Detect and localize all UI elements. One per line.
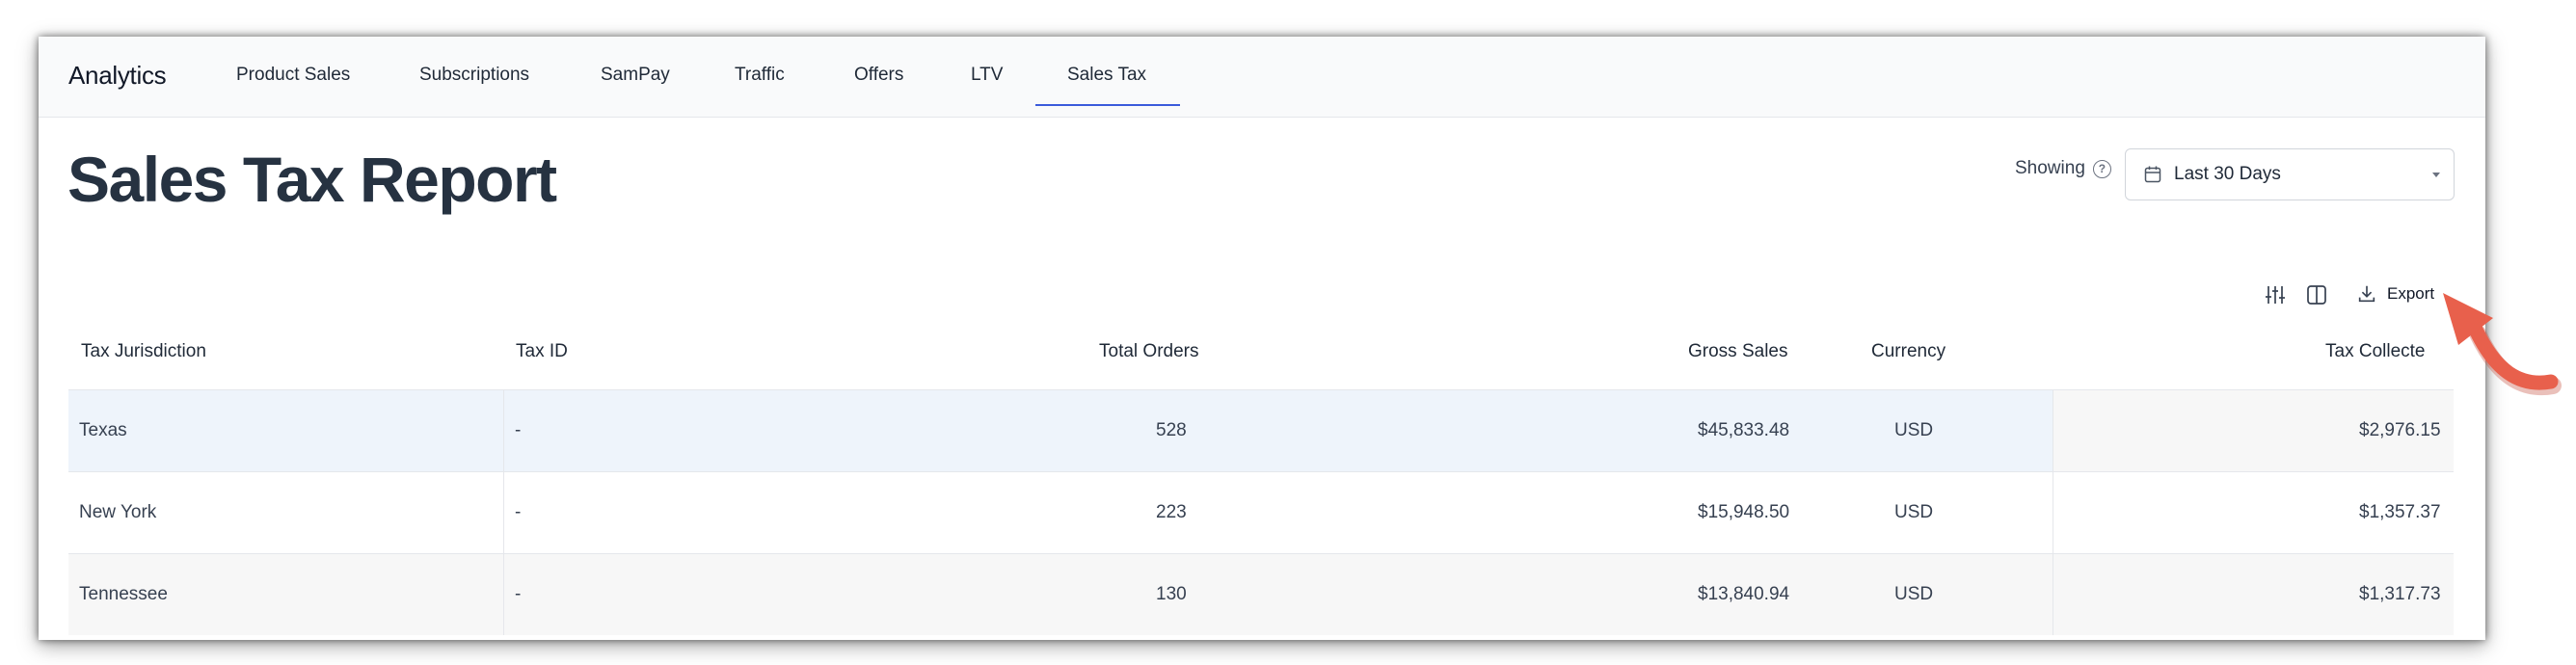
nav-tab-product-sales[interactable]: Product Sales (236, 65, 350, 86)
download-icon (2358, 285, 2375, 303)
table-row[interactable]: Tennessee - 130 $13,840.94 USD $1,317.73 (68, 553, 2454, 635)
cell-total-orders: 223 (1156, 502, 1187, 522)
cell-tax-id: - (515, 584, 522, 604)
showing-label: Showing (2015, 158, 2085, 178)
nav-tab-traffic[interactable]: Traffic (735, 65, 785, 86)
cell-tax-id: - (515, 420, 522, 440)
column-divider (503, 390, 504, 471)
cell-gross-sales: $13,840.94 (1698, 584, 1790, 604)
nav-tab-ltv[interactable]: LTV (971, 65, 1003, 86)
chevron-down-icon (2432, 173, 2440, 177)
cell-jurisdiction: New York (79, 502, 157, 522)
top-nav-bar: Analytics Product Sales Subscriptions Sa… (39, 37, 2485, 118)
cell-tax-collected: $2,976.15 (2359, 420, 2441, 440)
app-window: Analytics Product Sales Subscriptions Sa… (39, 37, 2485, 640)
filter-sliders-icon[interactable] (2264, 283, 2287, 306)
cell-jurisdiction: Texas (79, 420, 127, 440)
annotation-arrow (2443, 293, 2562, 396)
columns-icon[interactable] (2305, 283, 2328, 306)
screenshot-stage: Analytics Product Sales Subscriptions Sa… (0, 0, 2576, 665)
nav-tab-sales-tax[interactable]: Sales Tax (1067, 65, 1146, 86)
cell-gross-sales: $15,948.50 (1698, 502, 1790, 522)
cell-tax-collected: $1,357.37 (2359, 502, 2441, 522)
cell-currency: USD (1894, 584, 1934, 604)
cell-tax-collected: $1,317.73 (2359, 584, 2441, 604)
showing-label-group: Showing ? (2015, 158, 2111, 179)
date-range-value: Last 30 Days (2174, 164, 2281, 184)
cell-jurisdiction: Tennessee (79, 584, 168, 604)
column-header-gross-sales[interactable]: Gross Sales (1688, 341, 1787, 362)
column-header-tax-collected[interactable]: Tax Collecte (2325, 341, 2426, 362)
calendar-icon (2144, 166, 2161, 183)
column-divider (503, 472, 504, 553)
nav-tab-subscriptions[interactable]: Subscriptions (419, 65, 529, 86)
cell-currency: USD (1894, 420, 1934, 440)
cell-currency: USD (1894, 502, 1934, 522)
column-divider (503, 554, 504, 635)
help-circle-icon[interactable]: ? (2092, 159, 2111, 178)
cell-total-orders: 528 (1156, 420, 1187, 440)
cell-total-orders: 130 (1156, 584, 1187, 604)
column-header-total-orders[interactable]: Total Orders (1099, 341, 1198, 362)
page-title: Sales Tax Report (67, 144, 557, 215)
date-range-select[interactable]: Last 30 Days (2125, 148, 2455, 200)
nav-tab-offers[interactable]: Offers (854, 65, 903, 86)
cell-gross-sales: $45,833.48 (1698, 420, 1790, 440)
nav-tab-sampay[interactable]: SamPay (601, 65, 670, 86)
active-tab-underline (1035, 104, 1180, 106)
column-header-tax-jurisdiction[interactable]: Tax Jurisdiction (81, 341, 206, 362)
table-row[interactable]: Texas - 528 $45,833.48 USD $2,976.15 (68, 389, 2454, 471)
export-button[interactable]: Export (2356, 283, 2434, 305)
table-row[interactable]: New York - 223 $15,948.50 USD $1,357.37 (68, 471, 2454, 553)
column-header-tax-id[interactable]: Tax ID (516, 341, 568, 362)
column-header-currency[interactable]: Currency (1871, 341, 1945, 362)
cell-tax-id: - (515, 502, 522, 522)
app-brand: Analytics (68, 61, 167, 90)
export-label: Export (2387, 284, 2435, 303)
